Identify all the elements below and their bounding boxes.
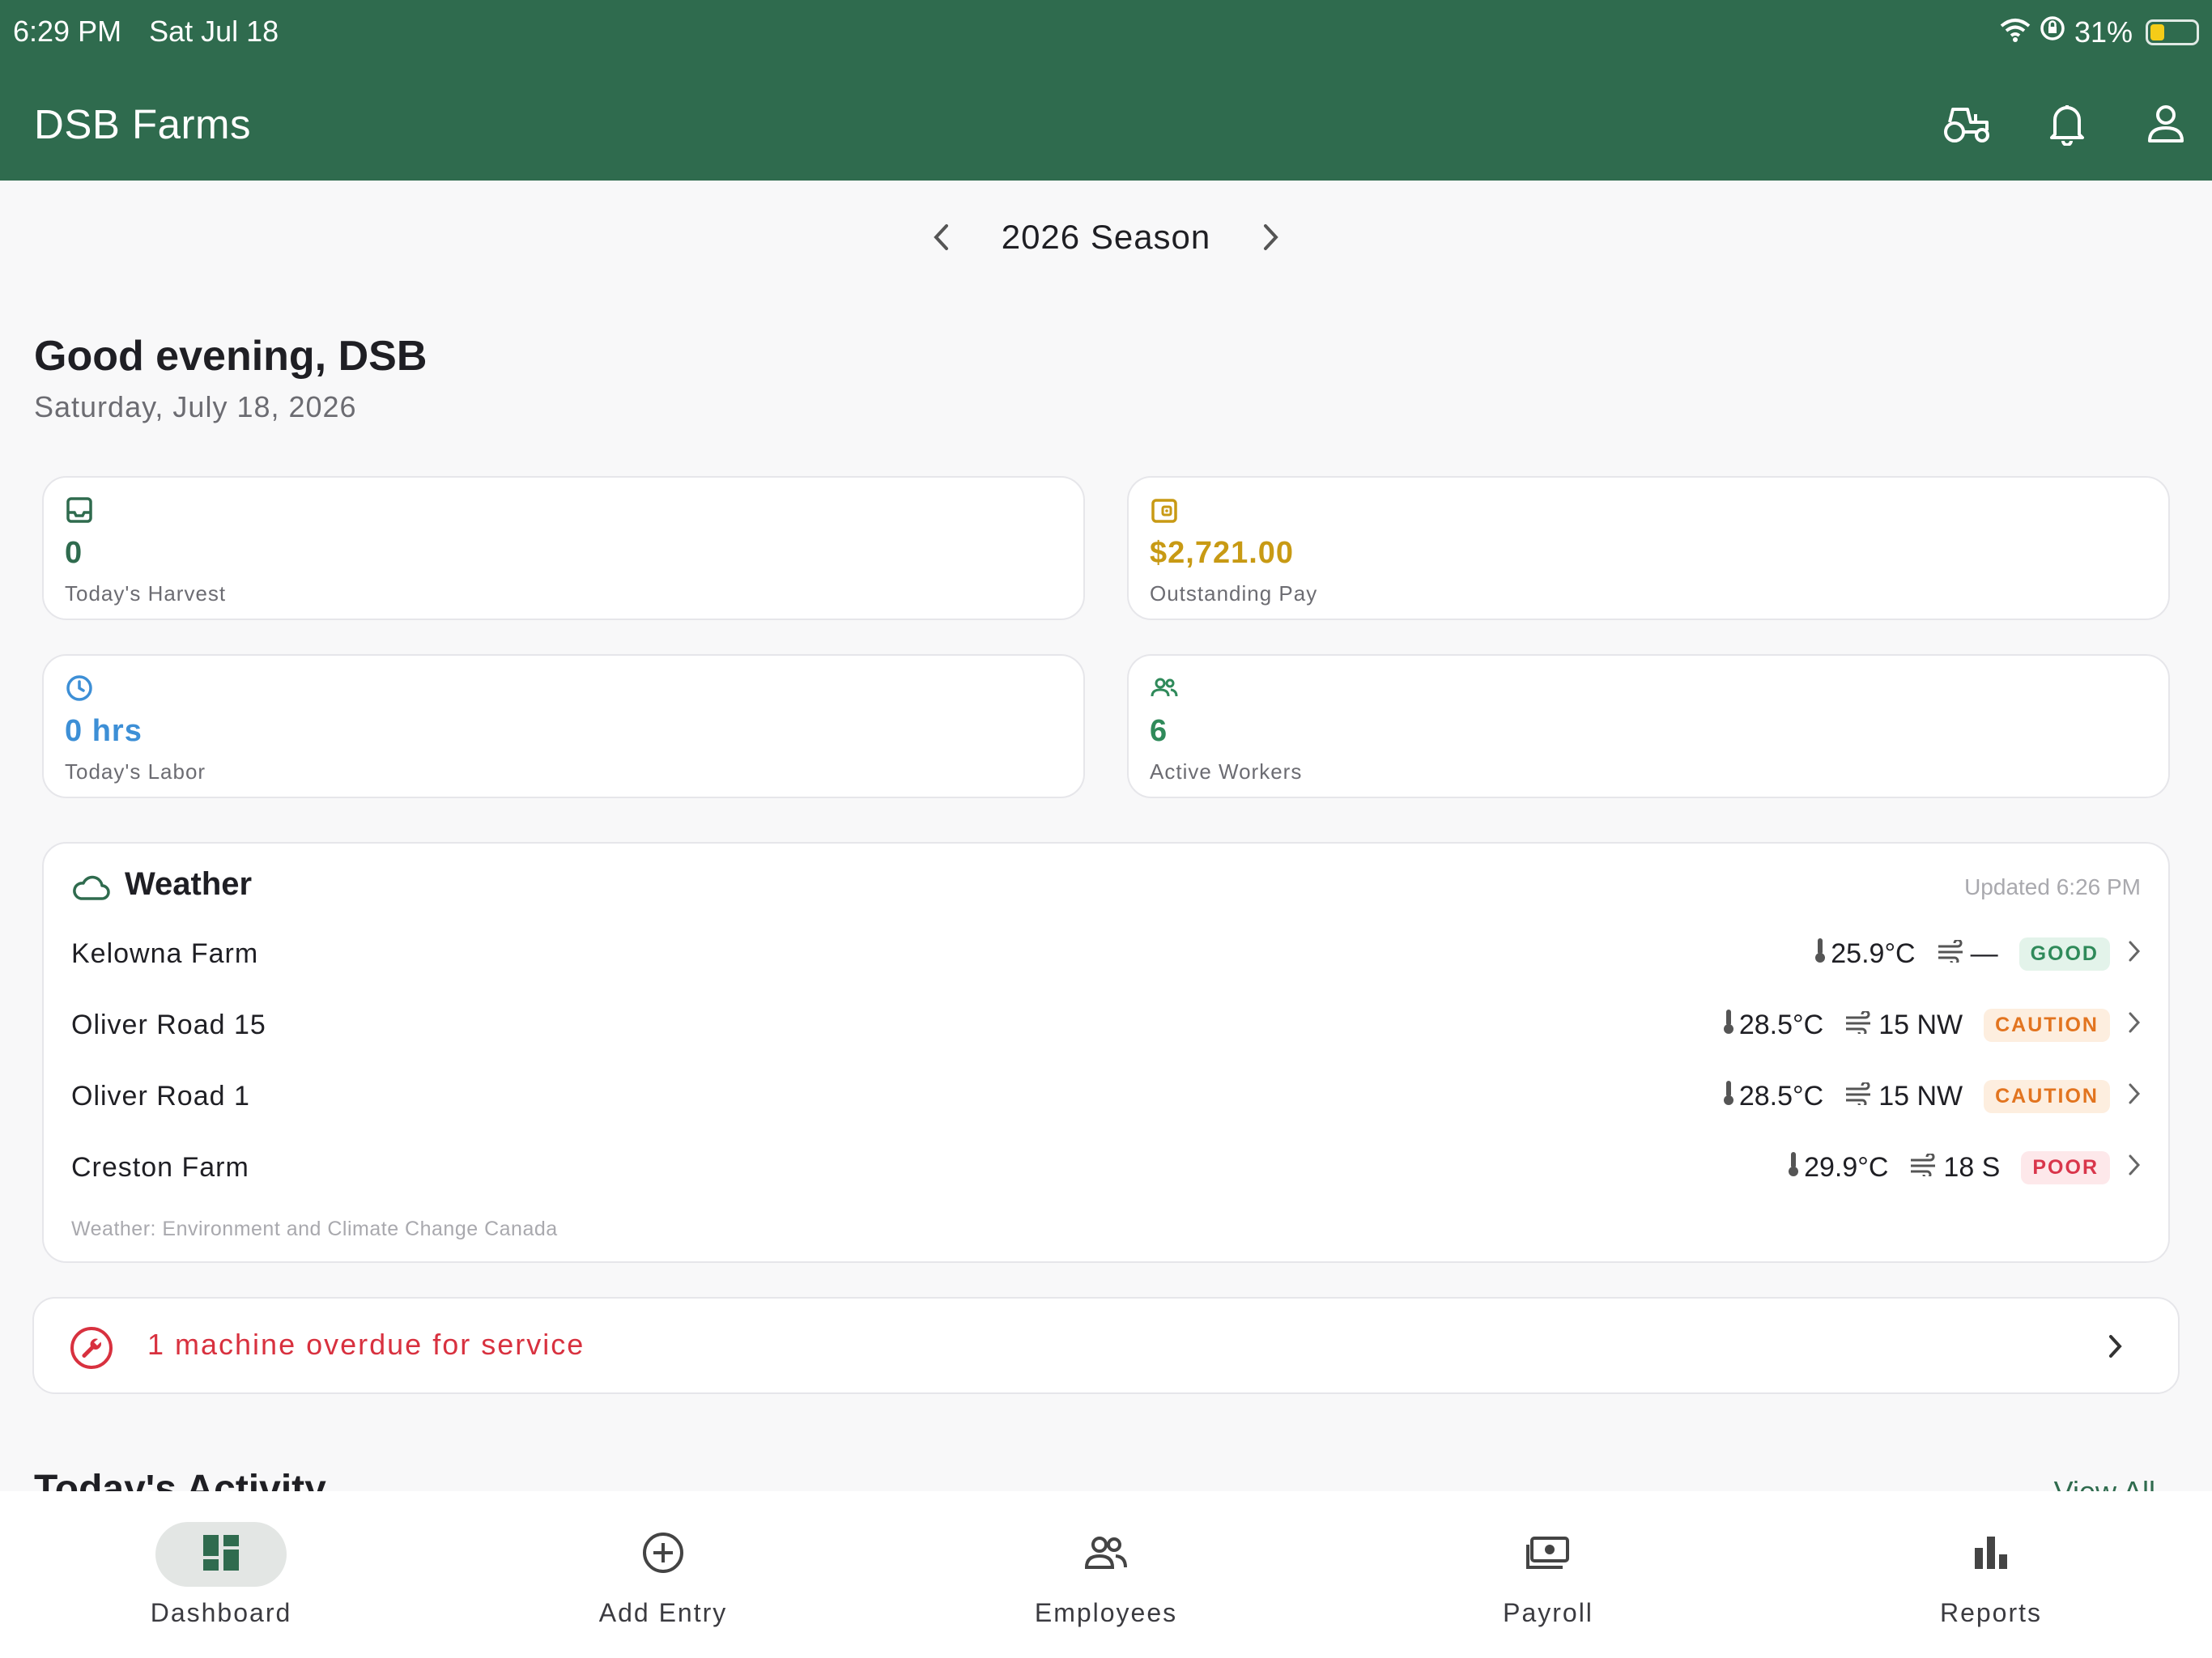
rotation-lock-icon: [2039, 15, 2066, 49]
tab-label: Dashboard: [150, 1598, 292, 1627]
wind-icon: [1909, 1152, 1940, 1184]
stat-label: Active Workers: [1150, 759, 1303, 784]
temperature: 28.5°C: [1738, 1009, 1824, 1040]
weather-row[interactable]: Oliver Road 15 28.5°C 15 NW CAUTION: [71, 993, 2141, 1057]
weather-row[interactable]: Oliver Road 1 28.5°C 15 NW CAUTION: [71, 1064, 2141, 1129]
chevron-right-icon: [2128, 1010, 2141, 1041]
status-badge: GOOD: [2018, 937, 2110, 971]
status-badge: CAUTION: [1984, 1079, 2110, 1113]
chevron-left-icon[interactable]: [921, 217, 961, 257]
stat-card-harvest[interactable]: 0 Today's Harvest: [42, 476, 1085, 620]
weather-card: Weather Updated 6:26 PM Kelowna Farm 25.…: [42, 842, 2170, 1263]
weather-updated: Updated 6:26 PM: [1964, 874, 2141, 899]
profile-icon[interactable]: [2138, 96, 2194, 152]
alert-text: 1 machine overdue for service: [147, 1328, 585, 1361]
season-label: 2026 Season: [1001, 218, 1211, 256]
stat-card-outstanding-pay[interactable]: $2,721.00 Outstanding Pay: [1127, 476, 2170, 620]
chevron-right-icon: [2128, 1152, 2141, 1184]
bottom-tab-bar: Dashboard Add Entry Employees Payroll Re…: [0, 1491, 2212, 1658]
status-bar-left: 6:29 PM Sat Jul 18: [13, 15, 298, 49]
clock-icon: [65, 674, 97, 706]
machine-alert[interactable]: 1 machine overdue for service: [32, 1297, 2180, 1394]
wind-speed: 18 S: [1943, 1151, 2001, 1183]
temperature: 29.9°C: [1804, 1151, 1889, 1183]
cloud-icon: [71, 874, 110, 906]
battery-percent: 31%: [2074, 15, 2133, 49]
chevron-right-icon: [2108, 1334, 2123, 1363]
tractor-icon[interactable]: [1940, 96, 1997, 152]
temperature: 25.9°C: [1831, 937, 1916, 969]
app-header: 6:29 PM Sat Jul 18 31% DSB Farms: [0, 0, 2212, 181]
dashboard-icon: [202, 1533, 240, 1576]
chevron-right-icon[interactable]: [1251, 217, 1291, 257]
weather-title: Weather: [125, 866, 253, 902]
status-time: 6:29 PM: [13, 15, 122, 48]
stat-card-active-workers[interactable]: 6 Active Workers: [1127, 654, 2170, 798]
wind-icon: [1937, 938, 1967, 970]
greeting-date: Saturday, July 18, 2026: [34, 390, 357, 423]
add-circle-icon: [642, 1532, 684, 1578]
tab-add-entry[interactable]: Add Entry: [442, 1491, 884, 1658]
tab-payroll[interactable]: Payroll: [1327, 1491, 1769, 1658]
stat-card-labor[interactable]: 0 hrs Today's Labor: [42, 654, 1085, 798]
farm-name: Oliver Road 15: [71, 1009, 266, 1040]
stat-value: 0: [65, 536, 83, 570]
stat-value: 6: [1150, 714, 1168, 748]
wrench-icon: [70, 1326, 113, 1374]
thermometer-icon: [1813, 937, 1827, 971]
wind-icon: [1844, 1010, 1875, 1041]
wind-speed: —: [1970, 937, 1998, 969]
greeting-title: Good evening, DSB: [34, 333, 428, 380]
tab-employees[interactable]: Employees: [885, 1491, 1327, 1658]
tab-label: Reports: [1939, 1598, 2043, 1627]
status-date: Sat Jul 18: [149, 15, 279, 48]
inbox-icon: [65, 495, 97, 528]
weather-row[interactable]: Kelowna Farm 25.9°C — GOOD: [71, 921, 2141, 986]
farm-name: Kelowna Farm: [71, 937, 259, 969]
payroll-icon: [1525, 1535, 1571, 1575]
stat-value: $2,721.00: [1150, 536, 1295, 570]
weather-row[interactable]: Creston Farm 29.9°C 18 S POOR: [71, 1135, 2141, 1200]
employees-icon: [1083, 1535, 1129, 1575]
weather-source: Weather: Environment and Climate Change …: [71, 1218, 558, 1240]
status-badge: POOR: [2021, 1150, 2110, 1184]
tab-label: Employees: [1034, 1598, 1178, 1627]
thermometer-icon: [1721, 1079, 1736, 1114]
battery-icon: [2146, 19, 2199, 45]
farm-name: Creston Farm: [71, 1151, 249, 1183]
reports-icon: [1973, 1535, 2009, 1575]
tab-label: Add Entry: [598, 1598, 728, 1627]
bell-icon[interactable]: [2039, 96, 2095, 152]
temperature: 28.5°C: [1738, 1080, 1824, 1112]
status-badge: CAUTION: [1984, 1008, 2110, 1042]
stat-label: Today's Labor: [65, 759, 206, 784]
stat-label: Today's Harvest: [65, 581, 227, 606]
tab-dashboard[interactable]: Dashboard: [0, 1491, 442, 1658]
tab-reports[interactable]: Reports: [1770, 1491, 2212, 1658]
stat-label: Outstanding Pay: [1150, 581, 1318, 606]
people-icon: [1150, 674, 1182, 706]
wind-speed: 15 NW: [1878, 1009, 1963, 1040]
status-bar-right: 31%: [2000, 15, 2199, 49]
thermometer-icon: [1786, 1150, 1801, 1185]
wifi-icon: [2000, 15, 2031, 49]
season-selector: 2026 Season: [0, 217, 2212, 257]
chevron-right-icon: [2128, 1081, 2141, 1112]
thermometer-icon: [1721, 1008, 1736, 1043]
app-title: DSB Farms: [34, 101, 252, 147]
wind-icon: [1844, 1081, 1875, 1112]
farm-name: Oliver Road 1: [71, 1080, 250, 1112]
chevron-right-icon: [2128, 938, 2141, 970]
stat-value: 0 hrs: [65, 714, 143, 748]
tab-label: Payroll: [1503, 1598, 1593, 1627]
wind-speed: 15 NW: [1878, 1080, 1963, 1112]
wallet-icon: [1150, 495, 1182, 528]
